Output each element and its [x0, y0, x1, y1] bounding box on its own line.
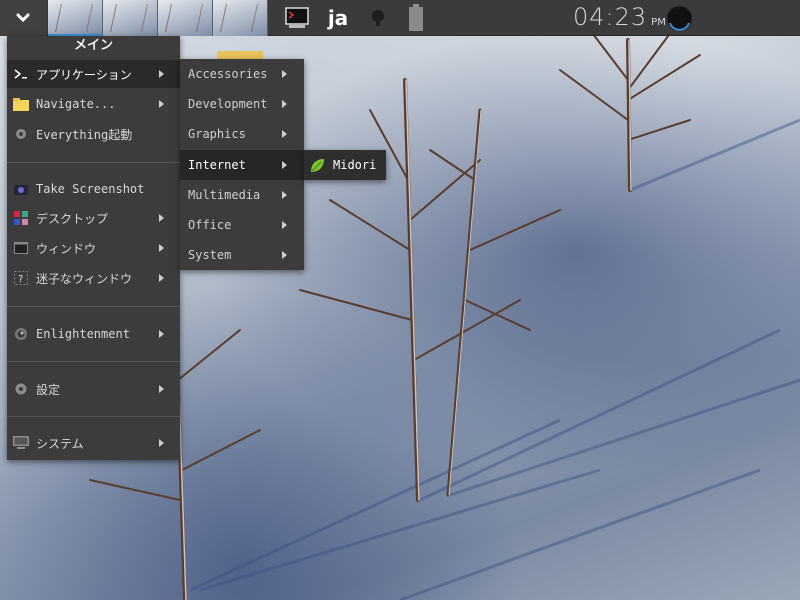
- submenu-arrow-icon: [159, 70, 164, 78]
- submenu-item-multimedia[interactable]: Multimedia: [180, 180, 304, 210]
- pager-desktop-1[interactable]: [48, 0, 103, 36]
- submenu-arrow-icon: [282, 191, 287, 199]
- desktop-pager: [48, 0, 268, 36]
- submenu-item-label: Development: [188, 97, 268, 111]
- submenu-item-system[interactable]: System: [180, 240, 304, 270]
- submenu-item-midori[interactable]: Midori: [304, 150, 386, 180]
- submenu-arrow-icon: [159, 330, 164, 338]
- main-menu-title: メイン: [73, 38, 113, 53]
- menu-separator: [7, 361, 180, 362]
- menu-item-label: デスクトップ: [36, 211, 109, 226]
- system-tray: ja: [282, 0, 440, 36]
- clock-time: 04:23: [573, 3, 648, 31]
- menu-item-label: 設定: [36, 382, 61, 397]
- menu-item-system[interactable]: システム: [7, 429, 180, 457]
- submenu-arrow-icon: [282, 100, 287, 108]
- menu-item-windows[interactable]: ウィンドウ: [7, 234, 180, 262]
- internet-submenu: Midori: [304, 150, 386, 180]
- battery-indicator[interactable]: [402, 0, 430, 36]
- submenu-item-label: Accessories: [188, 67, 268, 81]
- submenu-arrow-icon: [282, 251, 287, 259]
- menu-item-label: ウィンドウ: [36, 241, 97, 256]
- language-label: ja: [327, 6, 349, 30]
- menu-separator: [7, 306, 180, 307]
- submenu-item-label: Internet: [188, 158, 246, 172]
- submenu-arrow-icon: [282, 221, 287, 229]
- submenu-arrow-icon: [282, 70, 287, 78]
- camera-icon: [12, 181, 30, 197]
- desktop-icon: [12, 210, 30, 226]
- menu-item-label: Navigate...: [36, 97, 116, 111]
- submenu-arrow-icon: [282, 161, 287, 169]
- submenu-item-label: Midori: [333, 158, 377, 172]
- pager-desktop-2[interactable]: [103, 0, 158, 36]
- folder-icon: [12, 96, 30, 112]
- system-icon: [12, 435, 30, 451]
- menu-item-label: 迷子なウィンドウ: [36, 271, 133, 286]
- menu-item-everything[interactable]: Everything起動: [7, 120, 180, 148]
- power-icon[interactable]: [666, 5, 693, 32]
- submenu-arrow-icon: [159, 385, 164, 393]
- submenu-item-label: System: [188, 248, 232, 262]
- submenu-arrow-icon: [159, 244, 164, 252]
- menu-item-enlightenment[interactable]: Enlightenment: [7, 320, 180, 348]
- start-menu-button[interactable]: [0, 0, 46, 36]
- terminal-icon: [285, 7, 309, 28]
- submenu-item-graphics[interactable]: Graphics: [180, 119, 304, 149]
- submenu-item-label: Multimedia: [188, 188, 261, 202]
- applications-submenu: Accessories Development Graphics Interne…: [180, 59, 304, 270]
- enlightenment-icon: [12, 326, 30, 342]
- submenu-arrow-icon: [282, 130, 287, 138]
- submenu-item-office[interactable]: Office: [180, 210, 304, 240]
- menu-separator: [7, 162, 180, 163]
- clock-ampm: PM: [651, 17, 666, 28]
- submenu-item-label: Office: [188, 218, 232, 232]
- bulb-indicator[interactable]: [364, 0, 392, 36]
- submenu-item-development[interactable]: Development: [180, 89, 304, 119]
- submenu-arrow-icon: [159, 274, 164, 282]
- menu-item-label: アプリケーション: [36, 67, 132, 82]
- top-shelf: ja 04:23 PM: [0, 0, 800, 36]
- chevron-down-icon: [16, 13, 30, 23]
- window-icon: [12, 240, 30, 256]
- svg-text:?: ?: [18, 274, 23, 285]
- submenu-item-label: Graphics: [188, 127, 246, 141]
- menu-item-desktop[interactable]: デスクトップ: [7, 204, 180, 232]
- main-menu: メイン アプリケーション Navigate... Everything起動 Ta…: [7, 36, 180, 460]
- pager-desktop-4[interactable]: [213, 0, 268, 36]
- bulb-icon: [372, 10, 384, 26]
- midori-leaf-icon: [309, 156, 327, 174]
- battery-icon: [409, 4, 423, 31]
- menu-separator: [7, 416, 180, 417]
- pager-desktop-3[interactable]: [158, 0, 213, 36]
- clock[interactable]: 04:23 PM: [573, 3, 666, 33]
- menu-item-label: Take Screenshot: [36, 182, 145, 196]
- menu-item-take-screenshot[interactable]: Take Screenshot: [7, 175, 180, 203]
- language-indicator[interactable]: ja: [322, 0, 354, 36]
- submenu-arrow-icon: [159, 100, 164, 108]
- terminal-launcher[interactable]: [282, 0, 312, 36]
- menu-item-label: Everything起動: [36, 127, 133, 142]
- lost-window-icon: ?: [12, 270, 30, 286]
- settings-icon: [12, 381, 30, 397]
- applications-icon: [12, 66, 30, 82]
- submenu-arrow-icon: [159, 439, 164, 447]
- menu-item-navigate[interactable]: Navigate...: [7, 90, 180, 118]
- submenu-item-accessories[interactable]: Accessories: [180, 59, 304, 89]
- menu-item-applications[interactable]: アプリケーション: [7, 60, 180, 88]
- submenu-arrow-icon: [159, 214, 164, 222]
- submenu-item-internet[interactable]: Internet: [180, 150, 304, 180]
- menu-item-label: Enlightenment: [36, 327, 130, 341]
- menu-item-settings[interactable]: 設定: [7, 375, 180, 403]
- gear-icon: [12, 126, 30, 142]
- menu-item-label: システム: [36, 436, 84, 451]
- menu-item-lost-windows[interactable]: ? 迷子なウィンドウ: [7, 264, 180, 292]
